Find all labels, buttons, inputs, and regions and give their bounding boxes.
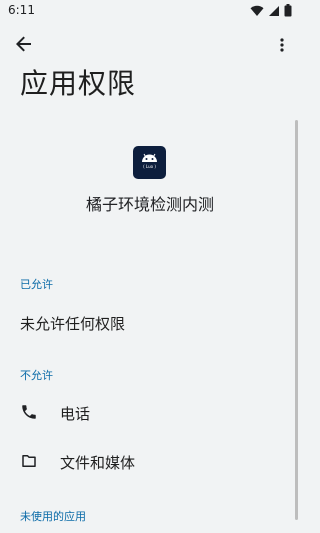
permission-item-files-media[interactable]: 文件和媒体: [0, 441, 295, 485]
back-button[interactable]: [10, 32, 38, 60]
section-header-unused-apps: 未使用的应用: [20, 510, 86, 523]
status-time: 6:11: [8, 3, 35, 17]
status-bar: 6:11: [0, 0, 300, 24]
battery-icon: [284, 4, 292, 17]
scrollbar[interactable]: [295, 120, 298, 520]
permission-label-phone: 电话: [60, 405, 91, 423]
app-icon: ( Luo ): [133, 146, 166, 179]
section-header-allowed: 已允许: [20, 278, 53, 291]
more-vert-icon: [280, 37, 284, 56]
page-title: 应用权限: [20, 67, 137, 100]
app-icon-label: ( Luo ): [143, 164, 156, 169]
phone-icon: [20, 403, 40, 423]
status-icons: [250, 4, 292, 17]
arrow-back-icon: [16, 36, 32, 56]
top-app-bar: [0, 28, 300, 60]
permission-label-files-media: 文件和媒体: [60, 454, 136, 472]
permission-item-phone[interactable]: 电话: [0, 392, 295, 436]
wifi-icon: [250, 5, 264, 17]
app-name: 橘子环境检测内测: [85, 195, 214, 214]
no-permissions-allowed-text: 未允许任何权限: [20, 315, 126, 333]
folder-icon: [20, 452, 40, 472]
signal-icon: [268, 5, 280, 17]
more-options-button[interactable]: [272, 32, 292, 60]
section-header-not-allowed: 不允许: [20, 369, 53, 382]
